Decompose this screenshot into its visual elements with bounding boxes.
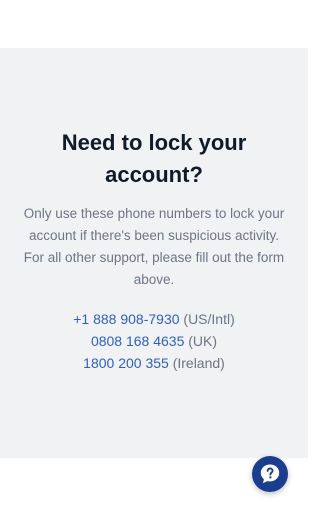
heading-line-1: Need to lock your <box>61 130 247 155</box>
help-chat-icon <box>258 462 282 486</box>
phone-region-us: (US/Intl) <box>183 311 235 327</box>
phone-row-us: +1 888 908-7930 (US/Intl) <box>0 308 308 330</box>
phone-row-uk: 0808 168 4635 (UK) <box>0 330 308 352</box>
heading-line-2: account? <box>105 162 203 187</box>
description-line-4: above. <box>133 272 175 287</box>
lock-account-description: Only use these phone numbers to lock you… <box>14 203 294 291</box>
phone-row-ireland: 1800 200 355 (Ireland) <box>0 352 308 374</box>
page-top-area <box>0 0 308 48</box>
phone-link-us[interactable]: +1 888 908-7930 <box>73 311 179 327</box>
phone-number-list: +1 888 908-7930 (US/Intl) 0808 168 4635 … <box>0 308 308 374</box>
phone-region-ireland: (Ireland) <box>172 355 225 371</box>
description-line-3: For all other support, please fill out t… <box>23 250 285 265</box>
phone-link-uk[interactable]: 0808 168 4635 <box>91 333 184 349</box>
phone-link-ireland[interactable]: 1800 200 355 <box>83 355 169 371</box>
phone-region-uk: (UK) <box>188 333 218 349</box>
description-line-1: Only use these phone numbers to lock you… <box>23 206 285 221</box>
description-line-2: account if there's been suspicious activ… <box>29 228 279 243</box>
help-chat-button[interactable] <box>252 456 288 492</box>
lock-account-heading: Need to lock your account? <box>0 127 308 191</box>
